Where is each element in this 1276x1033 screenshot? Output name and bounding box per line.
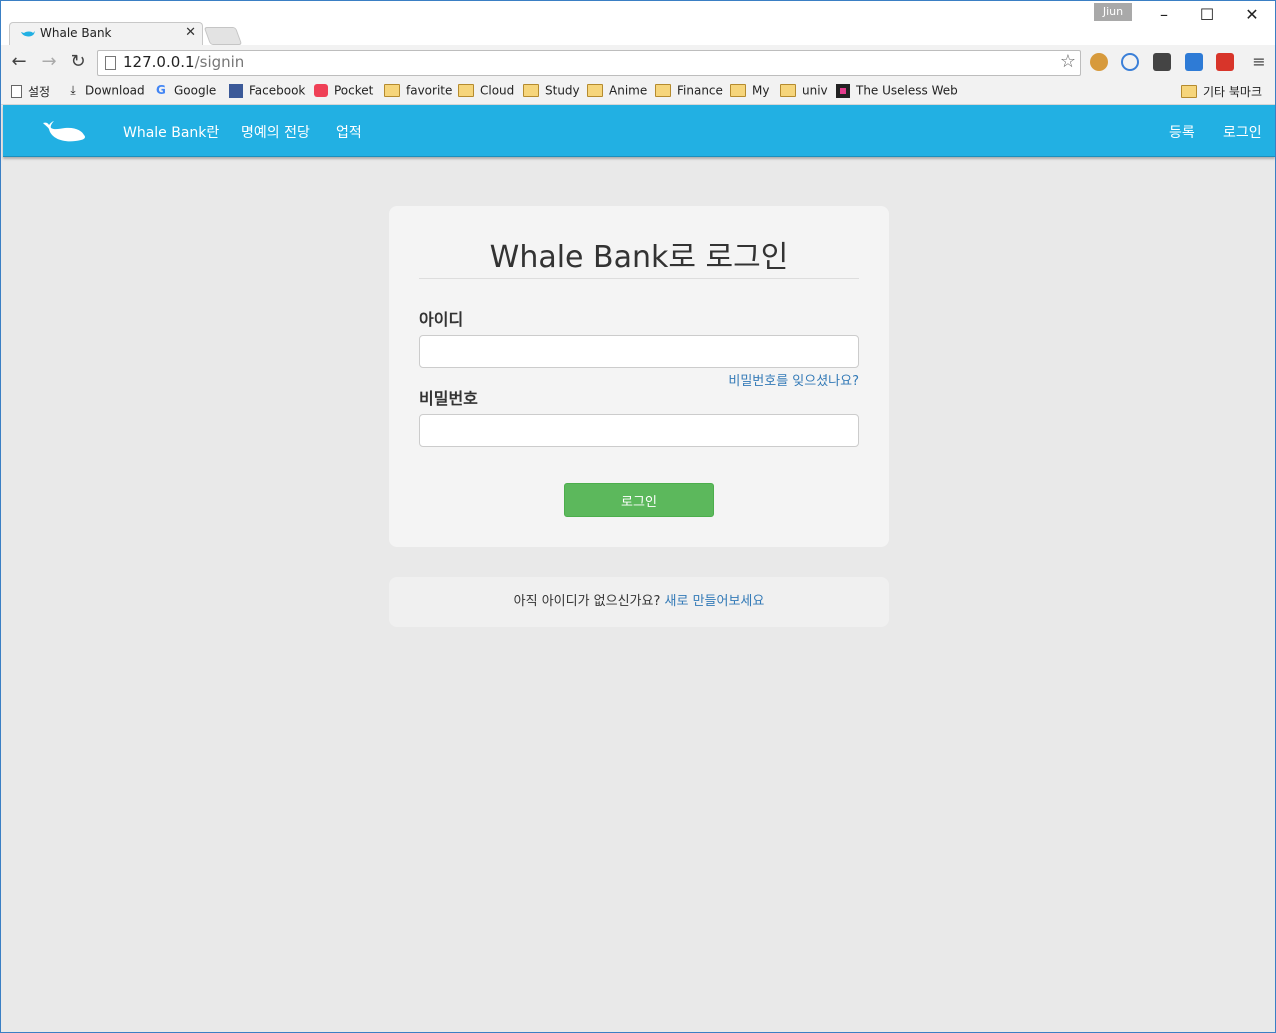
bookmark-cloud[interactable]: Cloud: [458, 83, 514, 100]
folder-icon: [655, 84, 671, 97]
menu-icon[interactable]: ≡: [1248, 51, 1270, 73]
bookmark-download[interactable]: ⤓ Download: [67, 83, 144, 100]
password-label: 비밀번호: [419, 389, 478, 408]
bookmark-other[interactable]: 기타 북마크: [1181, 83, 1262, 100]
signup-prompt: 아직 아이디가 없으신가요?: [513, 594, 661, 609]
password-input[interactable]: [419, 414, 859, 447]
bookmark-favorite[interactable]: favorite: [384, 83, 452, 100]
page-icon: [11, 85, 22, 98]
back-arrow-icon[interactable]: ←: [8, 51, 30, 73]
window-close-icon[interactable]: ✕: [1237, 5, 1267, 25]
todoist-extension-icon[interactable]: [1216, 53, 1234, 71]
tab-close-icon[interactable]: ✕: [185, 25, 196, 40]
nav-about[interactable]: Whale Bank란: [123, 122, 219, 142]
sync-extension-icon[interactable]: [1121, 53, 1139, 71]
login-panel: Whale Bank로 로그인 아이디 비밀번호를 잊으셨나요? 비밀번호 로그…: [389, 206, 889, 547]
tab-title: Whale Bank: [40, 26, 112, 40]
folder-icon: [587, 84, 603, 97]
title-bar: Whale Bank ✕ Jiun – ☐ ✕: [1, 1, 1275, 47]
profile-badge[interactable]: Jiun: [1094, 3, 1132, 21]
nav-achievements[interactable]: 업적: [336, 122, 362, 142]
bookmark-pocket[interactable]: Pocket: [314, 83, 373, 100]
bookmark-google[interactable]: G Google: [156, 83, 216, 100]
title-divider: [419, 278, 859, 279]
forgot-password-link[interactable]: 비밀번호를 잊으셨나요?: [728, 370, 859, 389]
bookmark-facebook[interactable]: Facebook: [229, 83, 305, 100]
nav-hall-of-fame[interactable]: 명예의 전당: [241, 122, 310, 142]
browser-window: Whale Bank ✕ Jiun – ☐ ✕ ← → ↻ 127.0.0.1/…: [0, 0, 1276, 1033]
folder-icon: [780, 84, 796, 97]
url-text: 127.0.0.1/signin: [123, 53, 245, 71]
folder-icon: [384, 84, 400, 97]
pocket-icon: [314, 84, 328, 97]
useless-web-icon: [836, 83, 850, 98]
bookmark-my[interactable]: My: [730, 83, 769, 100]
folder-icon: [523, 84, 539, 97]
whale-logo-icon[interactable]: [41, 117, 87, 147]
id-input[interactable]: [419, 335, 859, 368]
bookmark-settings[interactable]: 설정: [11, 83, 50, 100]
nav-register[interactable]: 등록: [1169, 122, 1195, 142]
maximize-icon[interactable]: ☐: [1192, 5, 1222, 25]
download-icon: ⤓: [70, 83, 76, 97]
bookmark-study[interactable]: Study: [523, 83, 580, 100]
reload-icon[interactable]: ↻: [67, 51, 89, 73]
browser-tab[interactable]: Whale Bank ✕: [9, 22, 203, 47]
login-button[interactable]: 로그인: [564, 483, 714, 517]
minimize-icon[interactable]: –: [1149, 5, 1179, 25]
facebook-icon: [229, 83, 243, 98]
folder-icon: [730, 84, 746, 97]
bookmark-anime[interactable]: Anime: [587, 83, 647, 100]
signup-link[interactable]: 새로 만들어보세요: [665, 594, 765, 609]
page-icon: [105, 56, 116, 70]
cookie-extension-icon[interactable]: [1090, 53, 1108, 71]
window-extension-icon[interactable]: [1185, 53, 1203, 71]
google-icon: G: [156, 83, 166, 97]
bookmark-useless-web[interactable]: The Useless Web: [836, 83, 958, 100]
nav-login[interactable]: 로그인: [1223, 122, 1262, 142]
browser-toolbar: ← → ↻ 127.0.0.1/signin ☆ ≡: [1, 45, 1275, 79]
whale-favicon-icon: [21, 31, 35, 37]
signup-box: 아직 아이디가 없으신가요? 새로 만들어보세요: [389, 577, 889, 627]
login-title: Whale Bank로 로그인: [489, 240, 789, 275]
bookmark-star-icon[interactable]: ☆: [1060, 51, 1076, 72]
app-navbar: Whale Bank란 명예의 전당 업적 등록 로그인: [3, 105, 1275, 157]
pocket-extension-icon[interactable]: [1153, 53, 1171, 71]
folder-icon: [1181, 85, 1197, 98]
forward-arrow-icon[interactable]: →: [38, 51, 60, 73]
bookmark-finance[interactable]: Finance: [655, 83, 723, 100]
bookmarks-bar: 설정 ⤓ Download G Google Facebook Pocket fav…: [1, 79, 1275, 105]
new-tab-button[interactable]: [203, 27, 243, 45]
bookmark-univ[interactable]: univ: [780, 83, 828, 100]
id-label: 아이디: [419, 310, 464, 329]
address-bar[interactable]: 127.0.0.1/signin ☆: [97, 50, 1081, 76]
folder-icon: [458, 84, 474, 97]
